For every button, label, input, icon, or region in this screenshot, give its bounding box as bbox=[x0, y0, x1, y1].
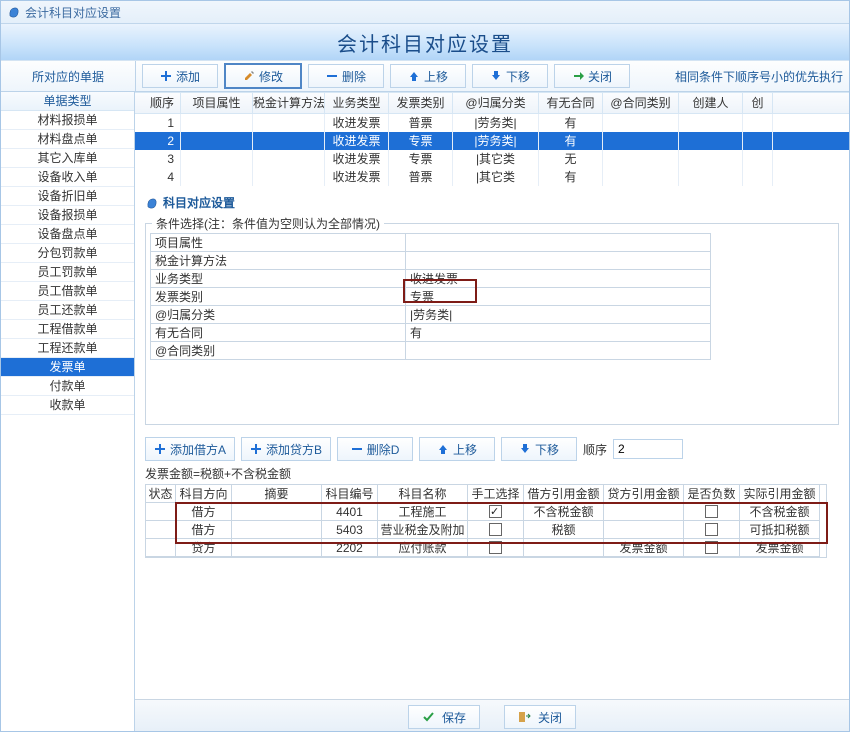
sidebar-item[interactable]: 分包罚款单 bbox=[1, 244, 134, 263]
toolbar: 添加 修改 删除 上移 下移 关闭 相同条件下顺序号小的优先执行 bbox=[136, 61, 849, 91]
entry-move-up-button[interactable]: 上移 bbox=[419, 437, 495, 461]
edit-button[interactable]: 修改 bbox=[224, 63, 302, 89]
arrow-up-icon bbox=[437, 443, 449, 455]
edit-icon bbox=[243, 70, 255, 82]
toolbar-note: 相同条件下顺序号小的优先执行 bbox=[675, 68, 843, 85]
minus-icon bbox=[326, 70, 338, 82]
check-icon bbox=[422, 710, 436, 724]
window-title: 会计科目对应设置 bbox=[25, 4, 121, 21]
sidebar-item[interactable]: 收款单 bbox=[1, 396, 134, 415]
entries-grid-row[interactable]: 借方4401工程施工不含税金额不含税金额 bbox=[146, 503, 826, 521]
rules-grid-row[interactable]: 1收进发票普票|劳务类|有 bbox=[135, 114, 849, 132]
save-button[interactable]: 保存 bbox=[408, 705, 480, 729]
rules-grid-header: 顺序 项目属性 税金计算方法 业务类型 发票类别 @归属分类 有无合同 @合同类… bbox=[135, 92, 849, 114]
window: 会计科目对应设置 会计科目对应设置 所对应的单据 添加 修改 删除 上移 bbox=[0, 0, 850, 732]
condition-row[interactable]: 有无合同有 bbox=[151, 324, 711, 342]
checkbox-icon bbox=[489, 523, 502, 536]
checkbox-icon bbox=[489, 505, 502, 518]
header-row: 所对应的单据 添加 修改 删除 上移 下移 bbox=[1, 60, 849, 92]
condition-row[interactable]: 发票类别专票 bbox=[151, 288, 711, 306]
formula-text: 发票金额=税额+不含税金额 bbox=[145, 465, 839, 482]
close-detail-button[interactable]: 关闭 bbox=[504, 705, 576, 729]
fieldset-legend: 条件选择(注：条件值为空则认为全部情况) bbox=[152, 215, 384, 232]
condition-row[interactable]: @合同类别 bbox=[151, 342, 711, 360]
plus-icon bbox=[250, 443, 262, 455]
rules-grid-row[interactable]: 3收进发票专票|其它类无 bbox=[135, 150, 849, 168]
condition-table[interactable]: 项目属性税金计算方法业务类型收进发票发票类别专票@归属分类|劳务类|有无合同有@… bbox=[150, 233, 711, 360]
checkbox-icon bbox=[489, 541, 502, 554]
sidebar-item[interactable]: 发票单 bbox=[1, 358, 134, 377]
entries-grid-header: 状态 科目方向 摘要 科目编号 科目名称 手工选择 借方引用金额 贷方引用金额 … bbox=[146, 485, 826, 503]
delete-entry-button[interactable]: 删除D bbox=[337, 437, 413, 461]
entries-grid-row[interactable]: 借方5403营业税金及附加税额可抵扣税额 bbox=[146, 521, 826, 539]
sidebar-item[interactable]: 员工罚款单 bbox=[1, 263, 134, 282]
sidebar-item[interactable]: 设备报损单 bbox=[1, 206, 134, 225]
entries-grid-row[interactable]: 贷方2202应付账款发票金额发票金额 bbox=[146, 539, 826, 557]
sidebar-column-header: 单据类型 bbox=[1, 92, 134, 111]
plus-icon bbox=[154, 443, 166, 455]
condition-fieldset: 条件选择(注：条件值为空则认为全部情况) 项目属性税金计算方法业务类型收进发票发… bbox=[145, 223, 839, 425]
arrow-up-icon bbox=[408, 70, 420, 82]
detail-title: 科目对应设置 bbox=[145, 194, 839, 211]
condition-row[interactable]: @归属分类|劳务类| bbox=[151, 306, 711, 324]
sidebar-item[interactable]: 材料报损单 bbox=[1, 111, 134, 130]
condition-row[interactable]: 税金计算方法 bbox=[151, 252, 711, 270]
detail-panel: 科目对应设置 条件选择(注：条件值为空则认为全部情况) 项目属性税金计算方法业务… bbox=[135, 186, 849, 732]
rules-grid-row[interactable]: 4收进发票普票|其它类有 bbox=[135, 168, 849, 186]
add-debit-button[interactable]: 添加借方A bbox=[145, 437, 235, 461]
detail-footer: 保存 关闭 bbox=[135, 699, 849, 732]
entry-toolbar: 添加借方A 添加贷方B 删除D 上移 bbox=[145, 437, 839, 461]
entry-move-down-button[interactable]: 下移 bbox=[501, 437, 577, 461]
sidebar-item[interactable]: 设备折旧单 bbox=[1, 187, 134, 206]
close-icon bbox=[572, 70, 584, 82]
arrow-down-icon bbox=[519, 443, 531, 455]
checkbox-icon bbox=[705, 523, 718, 536]
seq-input[interactable] bbox=[613, 439, 683, 459]
sidebar-item[interactable]: 员工借款单 bbox=[1, 282, 134, 301]
add-button[interactable]: 添加 bbox=[142, 64, 218, 88]
body: 单据类型 材料报损单材料盘点单其它入库单设备收入单设备折旧单设备报损单设备盘点单… bbox=[1, 92, 849, 732]
sidebar-item[interactable]: 工程还款单 bbox=[1, 339, 134, 358]
checkbox-icon bbox=[705, 505, 718, 518]
app-icon bbox=[145, 196, 159, 210]
checkbox-icon bbox=[705, 541, 718, 554]
minus-icon bbox=[351, 443, 363, 455]
app-icon bbox=[7, 5, 21, 19]
arrow-down-icon bbox=[490, 70, 502, 82]
sidebar-item[interactable]: 工程借款单 bbox=[1, 320, 134, 339]
sidebar: 单据类型 材料报损单材料盘点单其它入库单设备收入单设备折旧单设备报损单设备盘点单… bbox=[1, 92, 135, 732]
plus-icon bbox=[160, 70, 172, 82]
sidebar-item[interactable]: 设备收入单 bbox=[1, 168, 134, 187]
delete-button[interactable]: 删除 bbox=[308, 64, 384, 88]
condition-row[interactable]: 项目属性 bbox=[151, 234, 711, 252]
main: 顺序 项目属性 税金计算方法 业务类型 发票类别 @归属分类 有无合同 @合同类… bbox=[135, 92, 849, 732]
rules-grid-row[interactable]: 2收进发票专票|劳务类|有 bbox=[135, 132, 849, 150]
window-titlebar: 会计科目对应设置 bbox=[1, 1, 849, 24]
close-button[interactable]: 关闭 bbox=[554, 64, 630, 88]
sidebar-item[interactable]: 员工还款单 bbox=[1, 301, 134, 320]
sidebar-item[interactable]: 材料盘点单 bbox=[1, 130, 134, 149]
entries-grid[interactable]: 状态 科目方向 摘要 科目编号 科目名称 手工选择 借方引用金额 贷方引用金额 … bbox=[145, 484, 827, 558]
sidebar-heading: 所对应的单据 bbox=[1, 61, 136, 91]
rules-grid[interactable]: 顺序 项目属性 税金计算方法 业务类型 发票类别 @归属分类 有无合同 @合同类… bbox=[135, 92, 849, 187]
banner: 会计科目对应设置 bbox=[1, 24, 849, 60]
sidebar-item[interactable]: 设备盘点单 bbox=[1, 225, 134, 244]
sidebar-item[interactable]: 付款单 bbox=[1, 377, 134, 396]
door-icon bbox=[518, 710, 532, 724]
seq-label: 顺序 bbox=[583, 441, 607, 458]
banner-title: 会计科目对应设置 bbox=[337, 28, 513, 57]
move-down-button[interactable]: 下移 bbox=[472, 64, 548, 88]
move-up-button[interactable]: 上移 bbox=[390, 64, 466, 88]
sidebar-item[interactable]: 其它入库单 bbox=[1, 149, 134, 168]
condition-row[interactable]: 业务类型收进发票 bbox=[151, 270, 711, 288]
add-credit-button[interactable]: 添加贷方B bbox=[241, 437, 331, 461]
